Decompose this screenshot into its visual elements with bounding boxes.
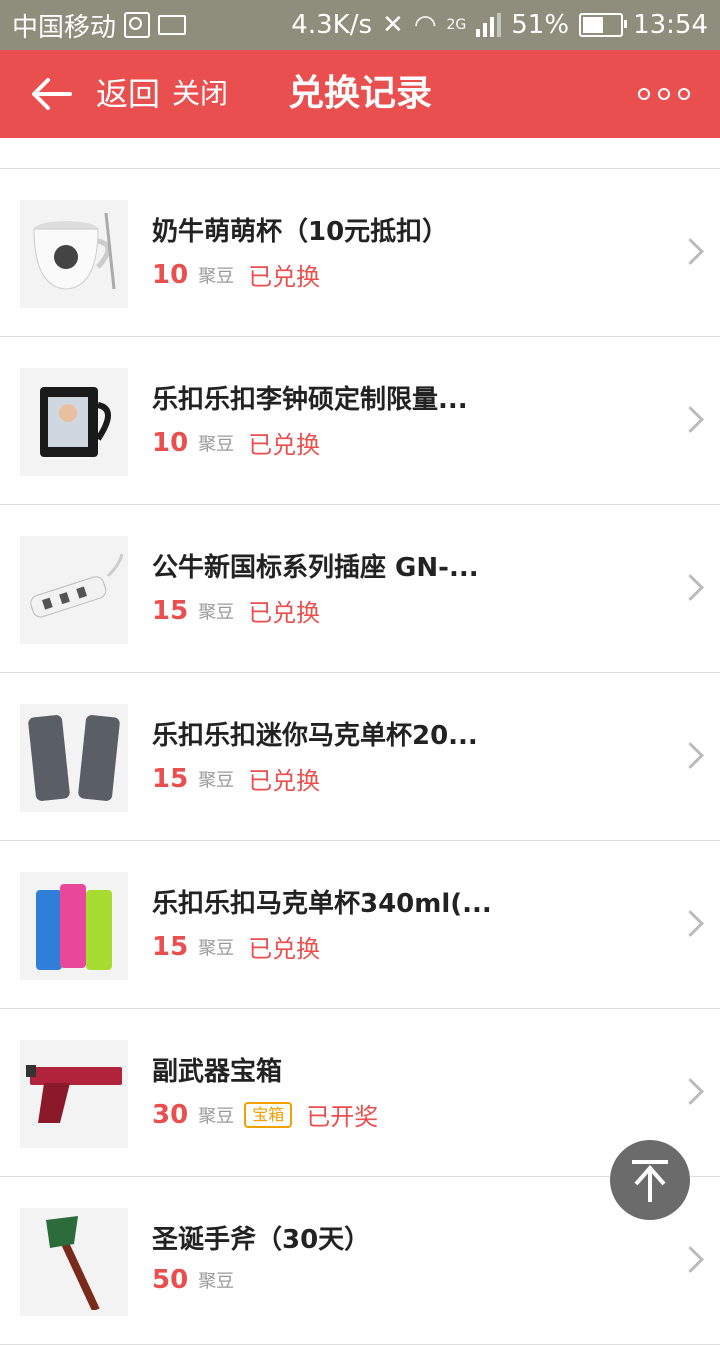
mute-icon: ✕ — [382, 10, 404, 40]
price: 15 — [152, 931, 189, 962]
list-item[interactable]: 乐扣乐扣马克单杯340ml(... 15 聚豆 已兑换 — [0, 841, 720, 1009]
list-top-spacer — [0, 138, 720, 169]
battery-icon — [579, 13, 628, 37]
price: 50 — [152, 1265, 189, 1295]
price-unit: 聚豆 — [198, 601, 235, 623]
carrier-name: 中国移动 — [12, 12, 117, 43]
product-thumbnail — [20, 872, 128, 980]
price-unit: 聚豆 — [198, 937, 235, 959]
nav-bar: 返回 关闭 兑换记录 — [0, 50, 720, 138]
status-label: 已兑换 — [248, 935, 321, 963]
status-label: 已兑换 — [248, 431, 321, 459]
axe-icon — [46, 1216, 100, 1310]
product-name: 乐扣乐扣迷你马克单杯20... — [152, 721, 478, 751]
list-item[interactable]: 奶牛萌萌杯（10元抵扣） 10 聚豆 已兑换 — [0, 169, 720, 337]
tumbler-icon — [36, 884, 112, 970]
price-unit: 聚豆 — [198, 1271, 235, 1292]
list-item[interactable]: 乐扣乐扣迷你马克单杯20... 15 聚豆 已兑换 — [0, 673, 720, 841]
product-thumbnail — [20, 368, 128, 476]
image-notification-icon — [124, 12, 151, 38]
network-speed: 4.3K/s — [291, 10, 373, 40]
product-name: 圣诞手斧（30天） — [152, 1225, 371, 1255]
price-unit: 聚豆 — [198, 1105, 235, 1127]
product-name: 公牛新国标系列插座 GN-... — [152, 553, 479, 583]
product-thumbnail — [20, 200, 128, 308]
chevron-right-icon — [677, 910, 704, 937]
price: 30 — [152, 1099, 189, 1130]
mug-icon — [40, 387, 111, 457]
list-item[interactable]: 乐扣乐扣李钟硕定制限量... 10 聚豆 已兑换 — [0, 337, 720, 505]
network-type: 2G — [446, 17, 467, 33]
product-thumbnail — [20, 704, 128, 812]
price: 10 — [152, 259, 189, 290]
chevron-right-icon — [677, 1078, 704, 1105]
keyboard-icon — [158, 15, 187, 35]
status-label: 已兑换 — [248, 767, 321, 795]
product-name: 奶牛萌萌杯（10元抵扣） — [152, 217, 449, 247]
product-name: 副武器宝箱 — [152, 1057, 283, 1087]
product-thumbnail — [20, 1208, 128, 1316]
product-thumbnail — [20, 536, 128, 644]
chevron-right-icon — [677, 742, 704, 769]
list-item[interactable]: 公牛新国标系列插座 GN-... 15 聚豆 已兑换 — [0, 505, 720, 673]
chevron-right-icon — [677, 406, 704, 433]
product-thumbnail — [20, 1040, 128, 1148]
price-unit: 聚豆 — [198, 433, 235, 455]
page-title: 兑换记录 — [287, 73, 432, 114]
tumbler-icon — [28, 715, 120, 801]
back-to-top-button[interactable] — [610, 1140, 690, 1220]
arrow-up-icon — [632, 1160, 668, 1202]
status-label: 已兑换 — [248, 599, 321, 627]
price: 10 — [152, 427, 189, 458]
status-label: 已开奖 — [306, 1103, 379, 1131]
status-label: 已兑换 — [248, 263, 321, 291]
signal-icon — [476, 13, 502, 37]
power-strip-icon — [30, 553, 124, 618]
pistol-icon — [26, 1065, 122, 1123]
chevron-right-icon — [677, 1246, 704, 1273]
more-options-icon[interactable] — [638, 88, 690, 100]
price: 15 — [152, 595, 189, 626]
product-name: 乐扣乐扣马克单杯340ml(... — [152, 889, 492, 919]
chevron-right-icon — [677, 238, 704, 265]
price: 15 — [152, 763, 189, 794]
status-bar: 中国移动 4.3K/s ✕ ◠ 2G 51% 13:54 — [0, 0, 720, 50]
clock: 13:54 — [633, 10, 708, 40]
wifi-icon: ◠ — [413, 10, 437, 40]
price-unit: 聚豆 — [198, 769, 235, 791]
battery-percent: 51% — [511, 10, 570, 40]
chevron-right-icon — [677, 574, 704, 601]
product-name: 乐扣乐扣李钟硕定制限量... — [152, 385, 468, 415]
mug-icon — [33, 212, 116, 290]
chest-tag-badge: 宝箱 — [244, 1101, 293, 1128]
price-unit: 聚豆 — [198, 265, 235, 287]
